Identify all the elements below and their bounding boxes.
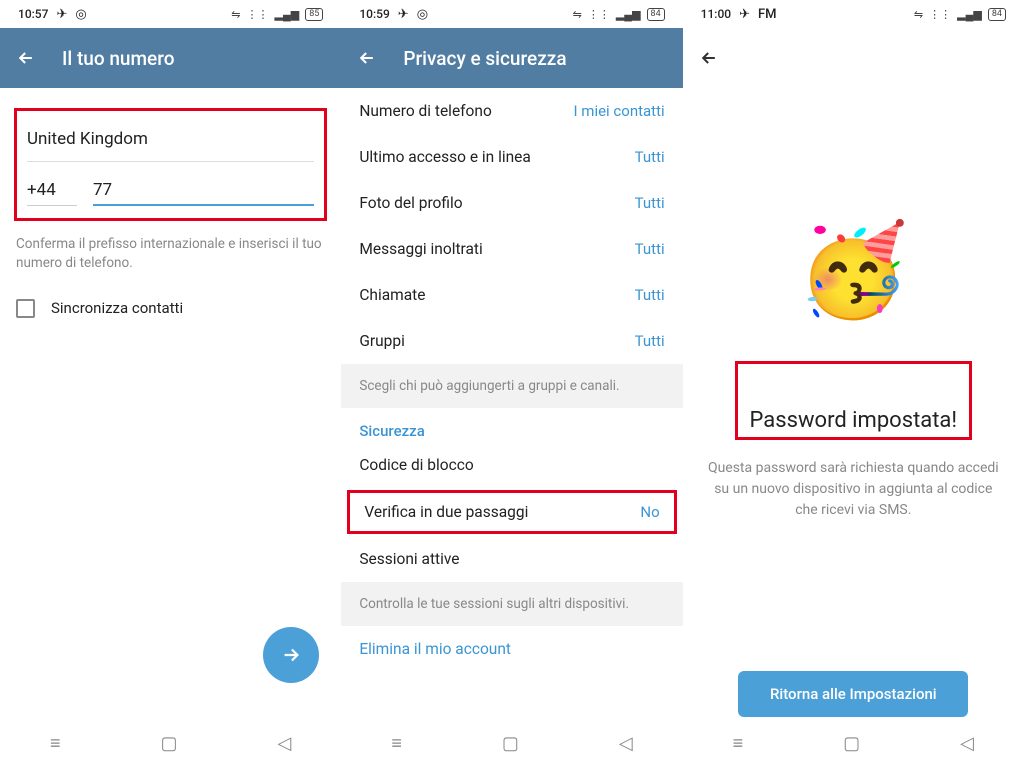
whatsapp-icon: ◎ (75, 7, 86, 22)
section-security: Sicurezza (341, 408, 682, 442)
label: Gruppi (359, 332, 405, 350)
appbar-title: Privacy e sicurezza (403, 47, 566, 70)
label: Elimina il mio account (359, 640, 511, 658)
nav-home-icon[interactable]: ▢ (843, 733, 860, 754)
highlight-box-3: Password impostata! (735, 361, 973, 440)
signal-icon: ▂▄▆ (957, 8, 982, 21)
time-text: 10:57 (18, 7, 48, 21)
label: Messaggi inoltrati (359, 240, 482, 258)
time-text: 11:00 (701, 7, 731, 21)
highlight-box-2: Verifica in due passaggi No (347, 490, 676, 534)
row-last-seen[interactable]: Ultimo accesso e in linea Tutti (341, 134, 682, 180)
nav-menu-icon[interactable]: ≡ (391, 733, 402, 754)
row-profile-photo[interactable]: Foto del profilo Tutti (341, 180, 682, 226)
sync-label: Sincronizza contatti (51, 299, 183, 317)
value: Tutti (635, 194, 665, 212)
next-fab[interactable] (263, 627, 319, 683)
groups-hint: Scegli chi può aggiungerti a gruppi e ca… (341, 364, 682, 408)
screen-privacy: 10:59 ✈ ◎ ⇋ ⋮⋮ ▂▄▆ 84 Privacy e sicurezz… (341, 0, 682, 763)
status-bar: 10:59 ✈ ◎ ⇋ ⋮⋮ ▂▄▆ 84 (341, 0, 682, 28)
row-two-step[interactable]: Verifica in due passaggi No (350, 493, 673, 531)
battery-icon: 85 (305, 8, 323, 21)
nav-bar: ≡ ▢ ◁ (0, 723, 341, 763)
highlight-box-1: United Kingdom +44 77 (14, 108, 327, 221)
signal-icon: ▂▄▆ (274, 8, 299, 21)
screen-password-set: 11:00 ✈ FM ⇋ ⋮⋮ ▂▄▆ 84 🥳 Password impost… (683, 0, 1024, 763)
nav-back-icon[interactable]: ◁ (619, 733, 633, 754)
nav-home-icon[interactable]: ▢ (502, 733, 519, 754)
fm-text: FM (758, 7, 777, 22)
status-time: 11:00 ✈ FM (701, 7, 777, 22)
battery-icon: 84 (988, 8, 1006, 21)
vibrate-icon: ⇋ (914, 8, 923, 21)
signal-icon: ▂▄▆ (616, 8, 641, 21)
wifi-icon: ⋮⋮ (929, 8, 951, 21)
label: Sessioni attive (359, 550, 459, 568)
value: I miei contatti (574, 102, 665, 120)
back-icon[interactable] (16, 48, 36, 68)
battery-icon: 84 (647, 8, 665, 21)
appbar-title: Il tuo numero (62, 47, 174, 70)
nav-home-icon[interactable]: ▢ (160, 733, 177, 754)
phone-input[interactable]: 77 (93, 180, 314, 206)
app-bar (683, 28, 1024, 88)
phone-hint: Conferma il prefisso internazionale e in… (16, 235, 325, 273)
screen-phone-number: 10:57 ✈ ◎ ⇋ ⋮⋮ ▂▄▆ 85 Il tuo numero Unit… (0, 0, 341, 763)
back-icon[interactable] (699, 48, 719, 68)
status-time: 10:59 ✈ ◎ (359, 7, 428, 22)
label: Ultimo accesso e in linea (359, 148, 530, 166)
row-forward[interactable]: Messaggi inoltrati Tutti (341, 226, 682, 272)
row-delete-account[interactable]: Elimina il mio account (341, 626, 682, 672)
country-selector[interactable]: United Kingdom (27, 123, 314, 162)
telegram-icon: ✈ (739, 7, 750, 22)
telegram-icon: ✈ (398, 7, 409, 22)
nav-back-icon[interactable]: ◁ (960, 733, 974, 754)
value: No (640, 503, 659, 521)
app-bar: Privacy e sicurezza (341, 28, 682, 88)
label: Verifica in due passaggi (364, 503, 528, 521)
whatsapp-icon: ◎ (417, 7, 428, 22)
status-bar: 10:57 ✈ ◎ ⇋ ⋮⋮ ▂▄▆ 85 (0, 0, 341, 28)
row-phone-number[interactable]: Numero di telefono I miei contatti (341, 88, 682, 134)
value: Tutti (635, 286, 665, 304)
password-set-title: Password impostata! (746, 408, 962, 433)
back-icon[interactable] (357, 48, 377, 68)
row-active-sessions[interactable]: Sessioni attive (341, 536, 682, 582)
status-bar: 11:00 ✈ FM ⇋ ⋮⋮ ▂▄▆ 84 (683, 0, 1024, 28)
return-settings-button[interactable]: Ritorna alle Impostazioni (738, 671, 968, 717)
label: Codice di blocco (359, 456, 473, 474)
nav-menu-icon[interactable]: ≡ (50, 733, 61, 754)
row-groups[interactable]: Gruppi Tutti (341, 318, 682, 364)
label: Chiamate (359, 286, 425, 304)
sync-checkbox[interactable] (16, 299, 35, 318)
nav-bar: ≡ ▢ ◁ (683, 723, 1024, 763)
party-emoji: 🥳 (797, 218, 909, 323)
label: Foto del profilo (359, 194, 462, 212)
nav-menu-icon[interactable]: ≡ (733, 733, 744, 754)
vibrate-icon: ⇋ (573, 8, 582, 21)
value: Tutti (635, 240, 665, 258)
app-bar: Il tuo numero (0, 28, 341, 88)
password-set-desc: Questa password sarà richiesta quando ac… (707, 458, 1000, 521)
sessions-hint: Controlla le tue sessioni sugli altri di… (341, 582, 682, 626)
time-text: 10:59 (359, 7, 389, 21)
privacy-list: Numero di telefono I miei contatti Ultim… (341, 88, 682, 672)
row-lockcode[interactable]: Codice di blocco (341, 442, 682, 488)
label: Numero di telefono (359, 102, 491, 120)
value: Tutti (635, 148, 665, 166)
telegram-icon: ✈ (56, 7, 67, 22)
row-calls[interactable]: Chiamate Tutti (341, 272, 682, 318)
value: Tutti (635, 332, 665, 350)
prefix-input[interactable]: +44 (27, 180, 77, 206)
sync-contacts-row[interactable]: Sincronizza contatti (16, 299, 325, 318)
wifi-icon: ⋮⋮ (246, 8, 268, 21)
vibrate-icon: ⇋ (231, 8, 240, 21)
nav-bar: ≡ ▢ ◁ (341, 723, 682, 763)
status-time: 10:57 ✈ ◎ (18, 7, 87, 22)
wifi-icon: ⋮⋮ (588, 8, 610, 21)
nav-back-icon[interactable]: ◁ (277, 733, 291, 754)
